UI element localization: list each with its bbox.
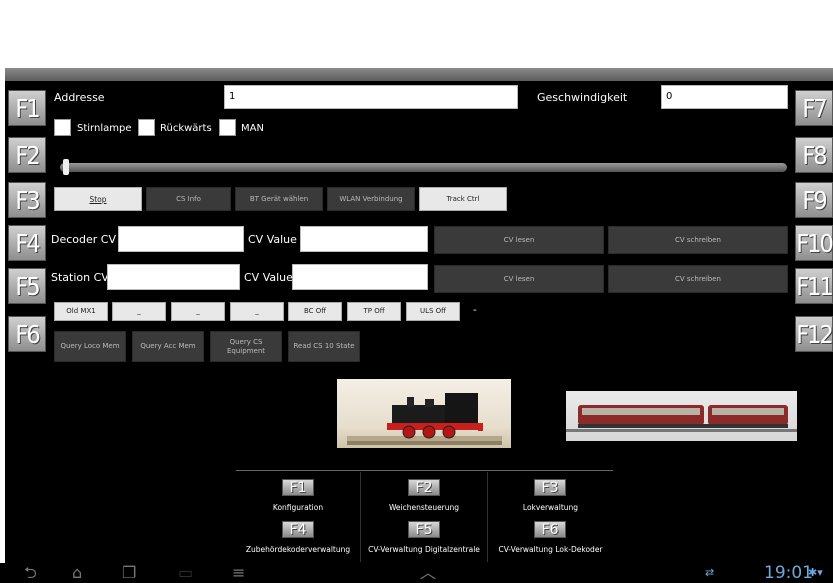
stop-button[interactable]: Stop	[54, 187, 142, 211]
reverse-label: Rückwärts	[160, 123, 212, 134]
recent-apps-icon[interactable]: ❐	[122, 563, 136, 583]
man-label: MAN	[241, 123, 264, 134]
menu-f1-key[interactable]: F1	[282, 479, 314, 496]
f9-key[interactable]: F9	[795, 182, 833, 218]
decoder-cv-value-field[interactable]	[300, 226, 428, 252]
blank-button-2[interactable]: _	[171, 302, 225, 321]
menu-turnout-control[interactable]: Weichensteuerung	[361, 503, 487, 512]
f8-key[interactable]: F8	[795, 137, 833, 173]
station-cv-label: Station CV	[51, 271, 109, 284]
blank-button-3[interactable]: _	[230, 302, 284, 321]
menu-f3-key[interactable]: F3	[534, 479, 566, 496]
read-cs10-state-button[interactable]: Read CS 10 State	[288, 331, 360, 362]
wlan-button[interactable]: WLAN Verbindung	[327, 187, 415, 211]
station-cv-value-label: CV Value	[244, 271, 293, 284]
decoder-cv-label: Decoder CV	[51, 233, 116, 246]
home-icon[interactable]: ⌂	[72, 563, 82, 583]
decoder-cv-write-button[interactable]: CV schreiben	[608, 226, 788, 254]
station-cv-value-field[interactable]	[292, 264, 428, 290]
menu-f5-key[interactable]: F5	[408, 521, 440, 538]
title-bar	[5, 68, 833, 81]
steam-locomotive-image[interactable]	[337, 379, 511, 448]
f7-key[interactable]: F7	[795, 90, 833, 126]
track-ctrl-button[interactable]: Track Ctrl	[419, 187, 507, 211]
dash-text: -	[473, 305, 477, 316]
bluetooth-wifi-icon: ✱▾	[808, 566, 823, 579]
speed-field[interactable]: 0	[661, 85, 788, 109]
front-light-checkbox[interactable]	[54, 119, 71, 136]
query-loco-mem-button[interactable]: Query Loco Mem	[54, 331, 126, 362]
f2-key[interactable]: F2	[8, 137, 46, 173]
f10-key[interactable]: F10	[795, 225, 833, 261]
station-cv-field[interactable]	[107, 264, 240, 290]
menu-icon[interactable]: ≡	[232, 563, 245, 583]
address-field[interactable]: 1	[224, 85, 518, 109]
bt-device-button[interactable]: BT Gerät wählen	[235, 187, 323, 211]
uls-off-button[interactable]: ULS Off	[406, 302, 460, 321]
query-acc-mem-button[interactable]: Query Acc Mem	[132, 331, 204, 362]
f3-key[interactable]: F3	[8, 182, 46, 218]
chevron-up-icon[interactable]: ︿	[420, 563, 436, 583]
menu-cv-loco-decoder[interactable]: CV-Verwaltung Lok-Dekoder	[488, 545, 613, 554]
menu-divider	[236, 470, 613, 471]
decoder-cv-value-label: CV Value	[248, 233, 297, 246]
blank-button-1[interactable]: _	[112, 302, 166, 321]
menu-accessory-decoder[interactable]: Zubehördekoderverwaltung	[236, 545, 360, 554]
usb-icon: ⇄	[705, 566, 715, 579]
station-cv-write-button[interactable]: CV schreiben	[608, 265, 788, 293]
address-label: Addresse	[54, 91, 105, 104]
menu-f6-key[interactable]: F6	[534, 521, 566, 538]
f12-key[interactable]: F12	[795, 316, 833, 352]
menu-loco-management[interactable]: Lokverwaltung	[488, 503, 613, 512]
menu-f2-key[interactable]: F2	[408, 479, 440, 496]
f4-key[interactable]: F4	[8, 225, 46, 261]
f1-key[interactable]: F1	[8, 90, 46, 126]
speed-slider[interactable]	[60, 163, 787, 172]
reverse-checkbox[interactable]	[138, 119, 155, 136]
front-light-label: Stirnlampe	[77, 123, 132, 134]
f6-key[interactable]: F6	[8, 316, 46, 352]
f5-key[interactable]: F5	[8, 268, 46, 304]
station-cv-read-button[interactable]: CV lesen	[434, 265, 604, 293]
speed-label: Geschwindigkeit	[537, 91, 628, 104]
bc-off-button[interactable]: BC Off	[288, 302, 342, 321]
menu-f4-key[interactable]: F4	[282, 521, 314, 538]
menu-configuration[interactable]: Konfiguration	[236, 503, 360, 512]
speed-slider-thumb[interactable]	[63, 159, 69, 175]
railbus-image[interactable]	[566, 391, 797, 441]
man-checkbox[interactable]	[219, 119, 236, 136]
decoder-cv-field[interactable]	[118, 226, 244, 252]
back-icon[interactable]: ⮌	[24, 563, 37, 583]
old-mx1-button[interactable]: Old MX1	[54, 302, 108, 321]
decoder-cv-read-button[interactable]: CV lesen	[434, 226, 604, 254]
screenshot-icon[interactable]: ▭	[178, 563, 193, 583]
cs-info-button[interactable]: CS Info	[146, 187, 231, 211]
f11-key[interactable]: F11	[795, 268, 833, 304]
menu-cv-central[interactable]: CV-Verwaltung Digitalzentrale	[361, 545, 487, 554]
tp-off-button[interactable]: TP Off	[347, 302, 401, 321]
clock: 19:01	[764, 563, 813, 583]
query-cs-equipment-button[interactable]: Query CS Equipment	[210, 331, 282, 362]
